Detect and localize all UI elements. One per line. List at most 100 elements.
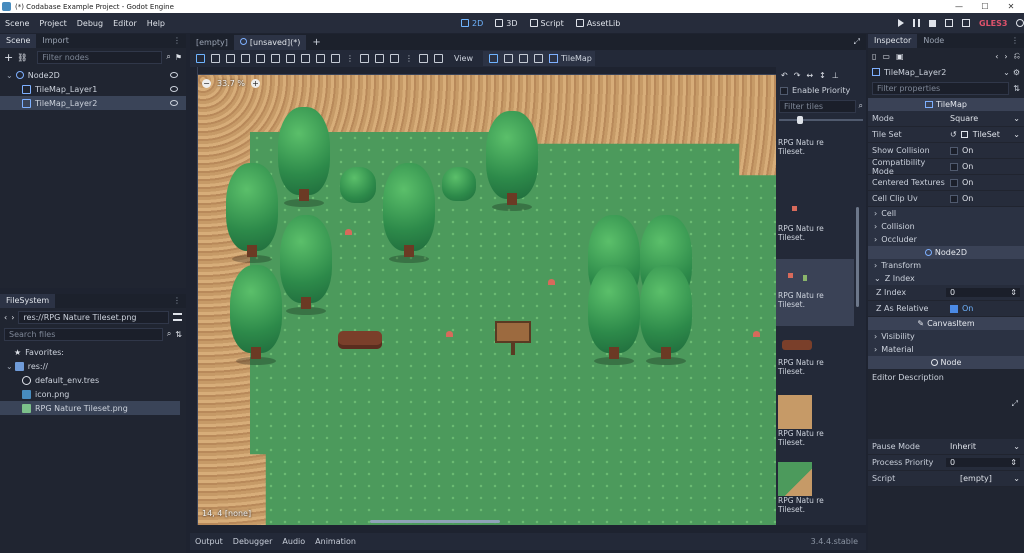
expand-icon[interactable]: ⤢: [1012, 399, 1018, 409]
more-icon[interactable]: ⋮: [346, 54, 354, 63]
bottom-tab-debugger[interactable]: Debugger: [228, 537, 278, 546]
maximize-button[interactable]: ☐: [972, 2, 998, 11]
scene-tab-unsaved[interactable]: [unsaved](*): [233, 34, 307, 50]
pause-mode-dropdown[interactable]: Inherit ⌄: [946, 442, 1024, 451]
dock-menu-icon[interactable]: ⋮: [173, 294, 181, 308]
section-visibility[interactable]: › Visibility: [868, 330, 1024, 343]
favorites-row[interactable]: ★ Favorites:: [0, 345, 186, 359]
tileset-resource[interactable]: ↺ TileSet ⌄: [946, 130, 1024, 139]
tab-import[interactable]: Import: [36, 34, 75, 48]
history-menu-icon[interactable]: ⎌: [1014, 51, 1020, 61]
stop-icon[interactable]: [929, 19, 936, 27]
pause-icon[interactable]: [913, 19, 920, 27]
slider-grabber[interactable]: [797, 116, 803, 124]
workspace-2d-button[interactable]: 2D: [455, 19, 489, 28]
bone-icon[interactable]: [419, 54, 428, 63]
visibility-eye-icon[interactable]: [170, 100, 178, 106]
compat-checkbox[interactable]: On: [946, 162, 1024, 171]
rotate-left-icon[interactable]: ↶: [781, 71, 788, 80]
res-root-row[interactable]: ⌄ res://: [0, 359, 186, 373]
tab-node[interactable]: Node: [917, 34, 951, 48]
close-button[interactable]: ✕: [998, 2, 1024, 11]
list-select-icon[interactable]: [256, 54, 265, 63]
back-icon[interactable]: ‹: [4, 313, 7, 322]
more-icon[interactable]: ⋮: [405, 54, 413, 63]
clear-transform-icon[interactable]: ⊥: [832, 71, 839, 80]
bottom-tab-audio[interactable]: Audio: [277, 537, 310, 546]
bottom-tab-animation[interactable]: Animation: [310, 537, 361, 546]
search-files-input[interactable]: Search files: [4, 327, 163, 341]
tile-item[interactable]: RPG Natu re Tileset.: [776, 259, 854, 326]
bottom-tab-output[interactable]: Output: [190, 537, 228, 546]
clip-uv-checkbox[interactable]: On: [946, 194, 1024, 203]
section-cell[interactable]: › Cell: [868, 207, 1024, 220]
chevron-down-icon[interactable]: ⌄: [6, 362, 13, 371]
menu-debug[interactable]: Debug: [72, 19, 108, 28]
visibility-eye-icon[interactable]: [170, 72, 178, 78]
dock-menu-icon[interactable]: ⋮: [1011, 34, 1019, 48]
menu-scene[interactable]: Scene: [0, 19, 34, 28]
tile-item[interactable]: RPG Natu re Tileset.: [776, 124, 854, 192]
copy-icon[interactable]: [533, 54, 543, 63]
filter-properties-input[interactable]: Filter properties: [872, 81, 1010, 95]
forward-icon[interactable]: ›: [11, 313, 14, 322]
tile-list-scrollbar[interactable]: [856, 207, 859, 307]
add-node-icon[interactable]: +: [4, 51, 13, 64]
scene-tab-empty[interactable]: [empty]: [190, 35, 234, 50]
settings-icon[interactable]: ⇅: [1013, 84, 1020, 93]
history-back-icon[interactable]: ‹: [995, 52, 998, 61]
filter-tiles-input[interactable]: Filter tiles: [779, 99, 856, 113]
save-resource-icon[interactable]: ▣: [896, 52, 904, 61]
rotate-tool-icon[interactable]: [226, 54, 235, 63]
menu-help[interactable]: Help: [142, 19, 170, 28]
tree-row-tilemap-layer2[interactable]: TileMap_Layer2: [0, 96, 186, 110]
zindex-spinbox[interactable]: 0 ⇕: [946, 288, 1020, 297]
smart-snap-icon[interactable]: [316, 54, 325, 63]
tab-scene[interactable]: Scene: [0, 34, 37, 48]
menu-project[interactable]: Project: [34, 19, 71, 28]
tab-inspector[interactable]: Inspector: [868, 34, 918, 48]
bucket-fill-icon[interactable]: [503, 54, 513, 63]
visibility-eye-icon[interactable]: [170, 86, 178, 92]
play-custom-scene-icon[interactable]: [962, 19, 970, 27]
skeleton-icon[interactable]: [390, 54, 399, 63]
dock-menu-icon[interactable]: ⋮: [173, 34, 181, 48]
script-resource[interactable]: [empty] ⌄: [946, 474, 1024, 483]
revert-icon[interactable]: ↺: [950, 130, 957, 139]
new-scene-tab-icon[interactable]: +: [312, 37, 320, 48]
new-resource-icon[interactable]: ▯: [872, 52, 876, 61]
z-relative-checkbox[interactable]: On: [946, 304, 1024, 313]
section-occluder[interactable]: › Occluder: [868, 233, 1024, 246]
mode-dropdown[interactable]: Square ⌄: [946, 114, 1024, 123]
flip-horizontal-icon[interactable]: ↔: [806, 71, 813, 80]
view-menu[interactable]: View: [454, 54, 473, 63]
object-name[interactable]: TileMap_Layer2: [884, 68, 946, 77]
chevron-down-icon[interactable]: ⌄: [1003, 68, 1010, 77]
workspace-3d-button[interactable]: 3D: [489, 19, 523, 28]
tree-row-node2d[interactable]: ⌄ Node2D: [0, 68, 186, 82]
tile-size-slider[interactable]: [779, 116, 863, 124]
tilemap-menu[interactable]: TileMap: [561, 54, 592, 63]
sort-icon[interactable]: ⇅: [175, 330, 182, 339]
paint-tool-icon[interactable]: [488, 54, 498, 63]
workspace-script-button[interactable]: Script: [524, 19, 570, 28]
section-transform[interactable]: › Transform: [868, 259, 1024, 272]
pan-tool-icon[interactable]: [286, 54, 295, 63]
enable-priority-checkbox[interactable]: [780, 86, 788, 95]
lock-icon[interactable]: [360, 54, 369, 63]
minimize-button[interactable]: —: [946, 2, 972, 11]
horizontal-scrollbar[interactable]: [370, 520, 500, 523]
spin-arrows-icon[interactable]: ⇕: [1010, 458, 1017, 467]
centered-checkbox[interactable]: On: [946, 178, 1024, 187]
file-row[interactable]: icon.png: [0, 387, 186, 401]
path-field[interactable]: res://RPG Nature Tileset.png: [18, 310, 169, 324]
file-row[interactable]: default_env.tres: [0, 373, 186, 387]
ruler-tool-icon[interactable]: [301, 54, 310, 63]
flip-vertical-icon[interactable]: ↕: [819, 71, 826, 80]
spin-arrows-icon[interactable]: ⇕: [1010, 288, 1017, 297]
tab-filesystem[interactable]: FileSystem: [0, 294, 56, 308]
section-zindex[interactable]: ⌄ Z Index: [868, 272, 1024, 285]
script-attach-icon[interactable]: ⚑: [175, 53, 182, 62]
priority-spinbox[interactable]: 0 ⇕: [946, 458, 1020, 467]
zoom-in-button[interactable]: +: [250, 79, 260, 88]
